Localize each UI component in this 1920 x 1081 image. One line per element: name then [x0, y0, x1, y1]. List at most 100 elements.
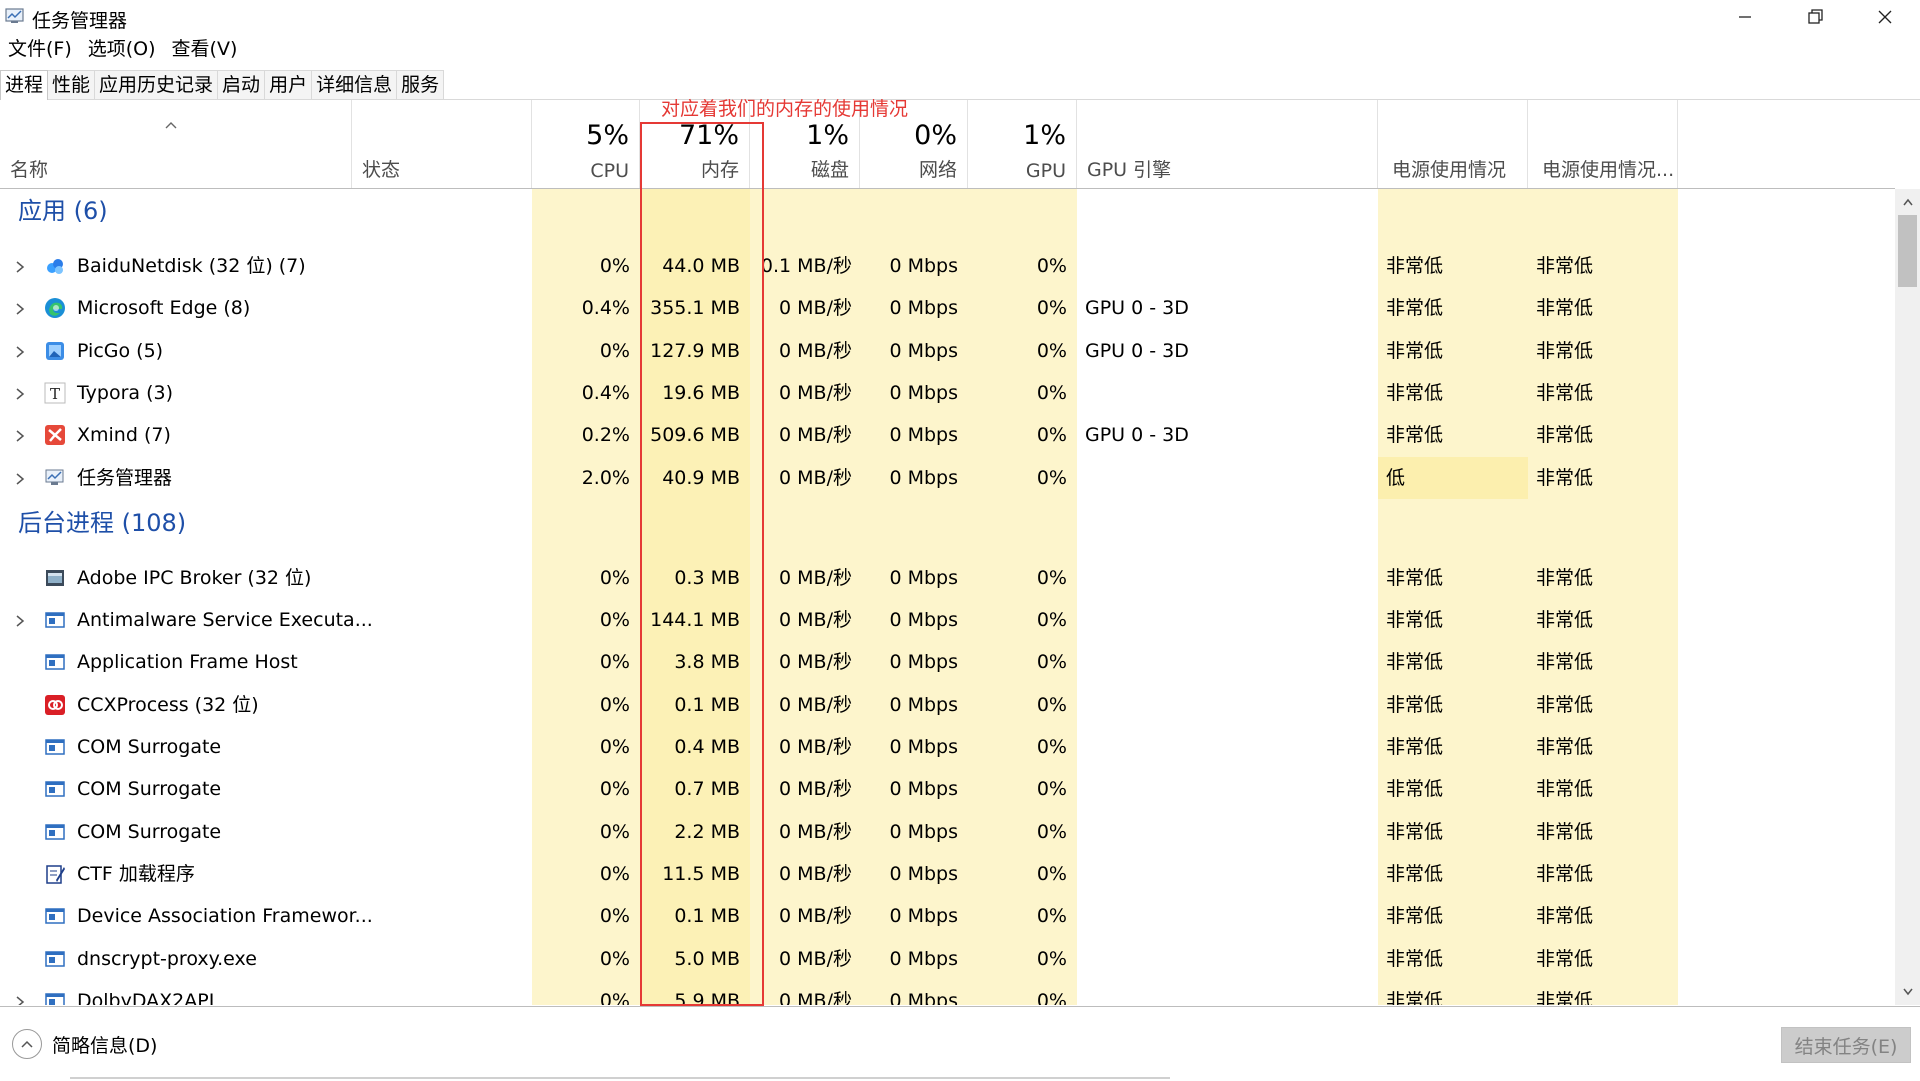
process-name: 任务管理器	[77, 466, 173, 489]
disk-value: 0.1 MB/秒	[760, 255, 852, 277]
tab-processes[interactable]: 进程	[0, 70, 49, 100]
gpu-engine-value	[1077, 726, 1378, 768]
process-row[interactable]: Microsoft Edge (8) 0.4% 355.1 MB 0 MB/秒 0 Mb…	[0, 287, 1895, 329]
process-row[interactable]: 任务管理器 2.0% 40.9 MB 0 MB/秒 0 Mbps 0% 低非常低	[0, 456, 1895, 499]
power-trend-value: 非常低	[1536, 255, 1594, 277]
process-name: COM Surrogate	[77, 778, 222, 801]
gpu-value: 0%	[1036, 297, 1067, 320]
ctf-loader-icon	[44, 863, 66, 885]
minimize-button[interactable]	[1710, 0, 1780, 34]
cpu-value: 0%	[599, 255, 630, 277]
disk-value: 0 MB/秒	[779, 989, 852, 1005]
close-button[interactable]	[1850, 0, 1920, 34]
process-list: 应用 (6) BaiduNetdisk (32 位) (7) 0% 44.0 MB 0.…	[0, 189, 1895, 1005]
tab-details[interactable]: 详细信息	[311, 70, 398, 100]
process-row[interactable]: COM Surrogate 0% 2.2 MB 0 MB/秒 0 Mbps 0% 非常低 非常…	[0, 811, 1895, 853]
scroll-up-icon[interactable]	[1902, 197, 1914, 207]
column-power-trend-header[interactable]: 电源使用情况...	[1528, 100, 1678, 188]
memory-value: 127.9 MB	[650, 339, 740, 362]
gpu-engine-value	[1077, 684, 1378, 726]
tab-performance[interactable]: 性能	[47, 70, 96, 100]
tab-startup[interactable]: 启动	[217, 70, 266, 100]
gpu-value: 0%	[1036, 381, 1067, 404]
group-header[interactable]: 后台进程 (108)	[0, 501, 1895, 557]
column-memory-label: 内存	[700, 159, 739, 181]
process-row[interactable]: CTF 加载程序 0% 11.5 MB 0 MB/秒 0 Mbps 0% 非常低 非常低	[0, 853, 1895, 895]
cpu-value: 0%	[599, 339, 630, 362]
column-power-header[interactable]: 电源使用情况	[1378, 100, 1528, 188]
network-value: 0 Mbps	[889, 905, 958, 928]
group-header[interactable]: 应用 (6)	[0, 189, 1895, 245]
fewer-details-button[interactable]: 简略信息(D)	[12, 1029, 157, 1059]
column-name-header[interactable]: 名称	[0, 100, 352, 188]
process-row[interactable]: T Typora (3) 0.4% 19.6 MB 0 MB/秒 0 Mbps 0% 非常低 非…	[0, 372, 1895, 414]
gpu-engine-value	[1077, 895, 1378, 937]
chevron-right-icon[interactable]	[14, 994, 26, 1005]
process-row[interactable]: Antimalware Service Executa... 0% 144.1 MB…	[0, 599, 1895, 641]
task-manager-icon	[44, 467, 66, 489]
column-status-header[interactable]: 状态	[352, 100, 532, 188]
process-row[interactable]: Device Association Framewor... 0% 0.1 MB 0 …	[0, 895, 1895, 937]
power-trend-value: 非常低	[1536, 693, 1594, 716]
scrollbar-thumb[interactable]	[1898, 215, 1917, 287]
vertical-scrollbar[interactable]	[1895, 189, 1920, 1005]
chevron-right-icon[interactable]	[14, 428, 26, 442]
chevron-right-icon[interactable]	[14, 259, 26, 273]
process-row[interactable]: PicGo (5) 0% 127.9 MB 0 MB/秒 0 Mbps 0% GPU 0 -…	[0, 330, 1895, 372]
column-name-label: 名称	[10, 159, 49, 181]
network-value: 0 Mbps	[889, 778, 958, 801]
column-gpu-engine-header[interactable]: GPU 引擎	[1077, 100, 1378, 188]
column-gpu-header[interactable]: 1% GPU	[968, 100, 1077, 188]
cpu-value: 0%	[599, 736, 630, 758]
power-usage-value: 非常低	[1386, 339, 1444, 362]
tab-services[interactable]: 服务	[396, 70, 445, 100]
menu-view[interactable]: 查看(V)	[164, 36, 246, 64]
cpu-value: 0.4%	[581, 381, 630, 404]
power-usage-value: 非常低	[1386, 255, 1444, 277]
power-usage-value: 非常低	[1386, 566, 1444, 589]
chevron-right-icon[interactable]	[14, 471, 26, 485]
restore-icon	[1808, 9, 1823, 24]
column-gpu-engine-label: GPU 引擎	[1087, 159, 1172, 181]
gpu-engine-value	[1077, 768, 1378, 810]
cpu-value: 0%	[599, 566, 630, 589]
process-row[interactable]: DolbyDAX2API 0% 5.9 MB 0 MB/秒 0 Mbps 0% 非常低 非常低	[0, 980, 1895, 1005]
chevron-right-icon[interactable]	[14, 301, 26, 315]
scroll-down-icon[interactable]	[1902, 987, 1914, 997]
gpu-total-percent: 1%	[1023, 120, 1066, 151]
process-row[interactable]: CCXProcess (32 位) 0% 0.1 MB 0 MB/秒 0 Mbps 0% 非…	[0, 684, 1895, 726]
network-value: 0 Mbps	[889, 820, 958, 843]
process-name: Typora (3)	[77, 381, 173, 404]
chevron-right-icon[interactable]	[14, 613, 26, 627]
chevron-right-icon[interactable]	[14, 344, 26, 358]
gpu-engine-value: GPU 0 - 3D	[1085, 424, 1189, 447]
menu-file[interactable]: 文件(F)	[0, 36, 80, 64]
gpu-value: 0%	[1036, 651, 1067, 674]
adobe-ipc-icon	[44, 567, 66, 589]
power-trend-value: 非常低	[1536, 566, 1594, 589]
chevron-right-icon[interactable]	[14, 386, 26, 400]
power-usage-value: 非常低	[1386, 651, 1444, 674]
tab-app-history[interactable]: 应用历史记录	[94, 70, 219, 100]
process-row[interactable]: Adobe IPC Broker (32 位) 0% 0.3 MB 0 MB/秒 0 M…	[0, 557, 1895, 599]
network-value: 0 Mbps	[889, 736, 958, 758]
end-task-button[interactable]: 结束任务(E)	[1781, 1027, 1911, 1063]
column-cpu-header[interactable]: 5% CPU	[532, 100, 640, 188]
process-row[interactable]: COM Surrogate 0% 0.7 MB 0 MB/秒 0 Mbps 0% 非常低 非常…	[0, 768, 1895, 810]
process-name: CCXProcess (32 位)	[77, 693, 259, 716]
memory-value: 0.4 MB	[674, 736, 740, 758]
tab-users[interactable]: 用户	[264, 70, 313, 100]
column-header: 名称 状态 5% CPU 71% 内存 1% 磁盘 0% 网络 1% GPU G…	[0, 100, 1895, 189]
process-row[interactable]: dnscrypt-proxy.exe 0% 5.0 MB 0 MB/秒 0 Mbps 0%…	[0, 938, 1895, 980]
window-app-icon	[44, 990, 66, 1005]
disk-value: 0 MB/秒	[779, 820, 852, 843]
process-row[interactable]: COM Surrogate 0% 0.4 MB 0 MB/秒 0 Mbps 0% 非常低 非常…	[0, 726, 1895, 768]
process-row[interactable]: BaiduNetdisk (32 位) (7) 0% 44.0 MB 0.1 MB/秒…	[0, 245, 1895, 287]
menu-options[interactable]: 选项(O)	[80, 36, 164, 64]
restore-button[interactable]	[1780, 0, 1850, 34]
network-total-percent: 0%	[914, 120, 957, 151]
task-manager-icon	[5, 8, 24, 23]
process-row[interactable]: Application Frame Host 0% 3.8 MB 0 MB/秒 0 Mb…	[0, 641, 1895, 683]
process-row[interactable]: Xmind (7) 0.2% 509.6 MB 0 MB/秒 0 Mbps 0% GPU 0…	[0, 414, 1895, 456]
power-trend-value: 非常低	[1536, 989, 1594, 1005]
